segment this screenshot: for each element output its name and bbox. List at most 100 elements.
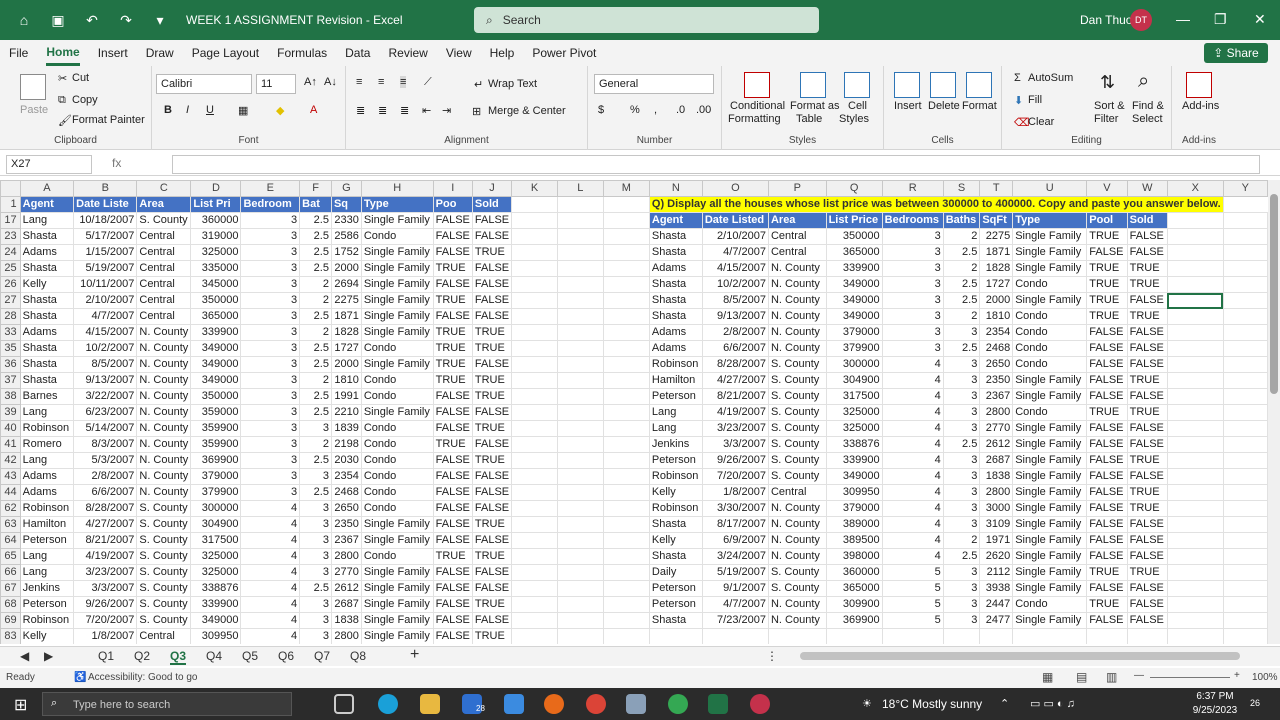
- answer-cell[interactable]: [942, 628, 981, 644]
- data-cell[interactable]: 379900: [190, 484, 242, 501]
- table-header-cell[interactable]: Type: [360, 196, 434, 213]
- cell[interactable]: [511, 580, 559, 597]
- cell[interactable]: [511, 244, 559, 261]
- data-cell[interactable]: FALSE: [432, 244, 473, 261]
- data-cell[interactable]: 4/27/2007: [73, 516, 138, 533]
- data-cell[interactable]: 3: [240, 340, 301, 357]
- column-header[interactable]: F: [299, 180, 332, 197]
- answer-cell[interactable]: N. County: [767, 532, 827, 549]
- normal-view-icon[interactable]: ▦: [1042, 670, 1053, 684]
- fill-color-icon[interactable]: ◆: [276, 104, 284, 117]
- data-cell[interactable]: 3: [240, 212, 301, 229]
- answer-cell[interactable]: Condo: [1012, 276, 1088, 293]
- cell[interactable]: [511, 196, 559, 213]
- answer-cell[interactable]: Single Family: [1012, 564, 1088, 581]
- answer-cell[interactable]: 3000: [979, 500, 1014, 517]
- data-cell[interactable]: 3: [299, 500, 332, 517]
- answer-cell[interactable]: FALSE: [1126, 244, 1168, 261]
- cell[interactable]: [602, 484, 650, 501]
- data-cell[interactable]: N. County: [136, 340, 192, 357]
- cell[interactable]: [511, 228, 559, 245]
- data-cell[interactable]: S. County: [136, 580, 192, 597]
- excel-icon[interactable]: [708, 694, 728, 714]
- answer-cell[interactable]: 3: [942, 420, 981, 437]
- prev-sheet-icon[interactable]: ◀: [20, 649, 29, 663]
- autosum-icon[interactable]: Σ: [1014, 72, 1021, 84]
- insert-cells-button[interactable]: Insert: [894, 100, 922, 112]
- answer-cell[interactable]: 2.5: [942, 340, 981, 357]
- column-header[interactable]: J: [471, 180, 513, 197]
- cell[interactable]: [511, 324, 559, 341]
- data-cell[interactable]: 2.5: [299, 340, 332, 357]
- data-cell[interactable]: 349000: [190, 340, 242, 357]
- menu-page-layout[interactable]: Page Layout: [192, 42, 259, 64]
- cell[interactable]: [1222, 308, 1268, 325]
- answer-cell[interactable]: Shasta: [648, 292, 703, 309]
- column-header[interactable]: E: [240, 180, 301, 197]
- data-cell[interactable]: S. County: [136, 212, 192, 229]
- data-cell[interactable]: 3: [299, 596, 332, 613]
- data-cell[interactable]: 2367: [330, 532, 362, 549]
- cell-styles-button-2[interactable]: Styles: [839, 113, 869, 125]
- data-cell[interactable]: FALSE: [432, 468, 473, 485]
- cell[interactable]: [602, 196, 650, 213]
- answer-cell[interactable]: S. County: [767, 564, 827, 581]
- answer-cell[interactable]: Robinson: [648, 468, 703, 485]
- data-cell[interactable]: 349000: [190, 356, 242, 373]
- answer-cell[interactable]: 5/19/2007: [701, 564, 769, 581]
- cell[interactable]: [602, 324, 650, 341]
- data-cell[interactable]: 10/18/2007: [73, 212, 138, 229]
- formula-input[interactable]: [172, 155, 1260, 174]
- weather-text[interactable]: 18°C Mostly sunny: [882, 697, 982, 711]
- addins-button[interactable]: Add-ins: [1182, 100, 1219, 112]
- data-cell[interactable]: Hamilton: [19, 516, 75, 533]
- data-cell[interactable]: 2.5: [299, 228, 332, 245]
- data-cell[interactable]: Single Family: [360, 292, 434, 309]
- answer-cell[interactable]: Condo: [1012, 356, 1088, 373]
- answer-cell[interactable]: TRUE: [1086, 308, 1128, 325]
- cut-icon[interactable]: ✂: [58, 72, 67, 85]
- answer-cell[interactable]: Peterson: [648, 388, 703, 405]
- cell[interactable]: [557, 580, 604, 597]
- answer-cell[interactable]: TRUE: [1086, 292, 1128, 309]
- answer-cell[interactable]: FALSE: [1126, 580, 1168, 597]
- cell[interactable]: [511, 500, 559, 517]
- answer-cell[interactable]: 2354: [979, 324, 1014, 341]
- data-cell[interactable]: FALSE: [432, 228, 473, 245]
- data-cell[interactable]: 4: [240, 532, 301, 549]
- data-cell[interactable]: Single Family: [360, 404, 434, 421]
- row-header[interactable]: 42: [0, 452, 21, 469]
- menu-formulas[interactable]: Formulas: [277, 42, 327, 64]
- data-cell[interactable]: Condo: [360, 484, 434, 501]
- row-header[interactable]: 33: [0, 324, 21, 341]
- cell[interactable]: [1166, 340, 1224, 357]
- column-header[interactable]: X: [1166, 180, 1224, 197]
- cell[interactable]: [602, 308, 650, 325]
- row-header[interactable]: 62: [0, 500, 21, 517]
- data-cell[interactable]: Kelly: [19, 276, 75, 293]
- answer-cell[interactable]: 3: [942, 500, 981, 517]
- answer-cell[interactable]: 3: [942, 596, 981, 613]
- data-cell[interactable]: 5/14/2007: [73, 420, 138, 437]
- answer-cell[interactable]: FALSE: [1126, 596, 1168, 613]
- data-cell[interactable]: Central: [136, 228, 192, 245]
- data-cell[interactable]: FALSE: [471, 276, 513, 293]
- cell[interactable]: [1222, 596, 1268, 613]
- data-cell[interactable]: 359900: [190, 420, 242, 437]
- answer-cell[interactable]: TRUE: [1126, 260, 1168, 277]
- answer-cell[interactable]: FALSE: [1086, 580, 1128, 597]
- data-cell[interactable]: Single Family: [360, 628, 434, 644]
- sort-filter-icon[interactable]: ⇅: [1100, 72, 1115, 93]
- cell[interactable]: [602, 372, 650, 389]
- row-header[interactable]: 69: [0, 612, 21, 629]
- cell[interactable]: [602, 452, 650, 469]
- worksheet-grid[interactable]: A B C D E F G H I J K L M N O P Q R S T U V W X Y 1 Agent Date List…: [0, 180, 1268, 644]
- data-cell[interactable]: FALSE: [471, 580, 513, 597]
- data-cell[interactable]: Shasta: [19, 308, 75, 325]
- data-cell[interactable]: 2800: [330, 548, 362, 565]
- column-header[interactable]: R: [881, 180, 944, 197]
- data-cell[interactable]: FALSE: [432, 388, 473, 405]
- answer-cell[interactable]: 4: [881, 420, 944, 437]
- cell[interactable]: [511, 596, 559, 613]
- data-cell[interactable]: FALSE: [471, 356, 513, 373]
